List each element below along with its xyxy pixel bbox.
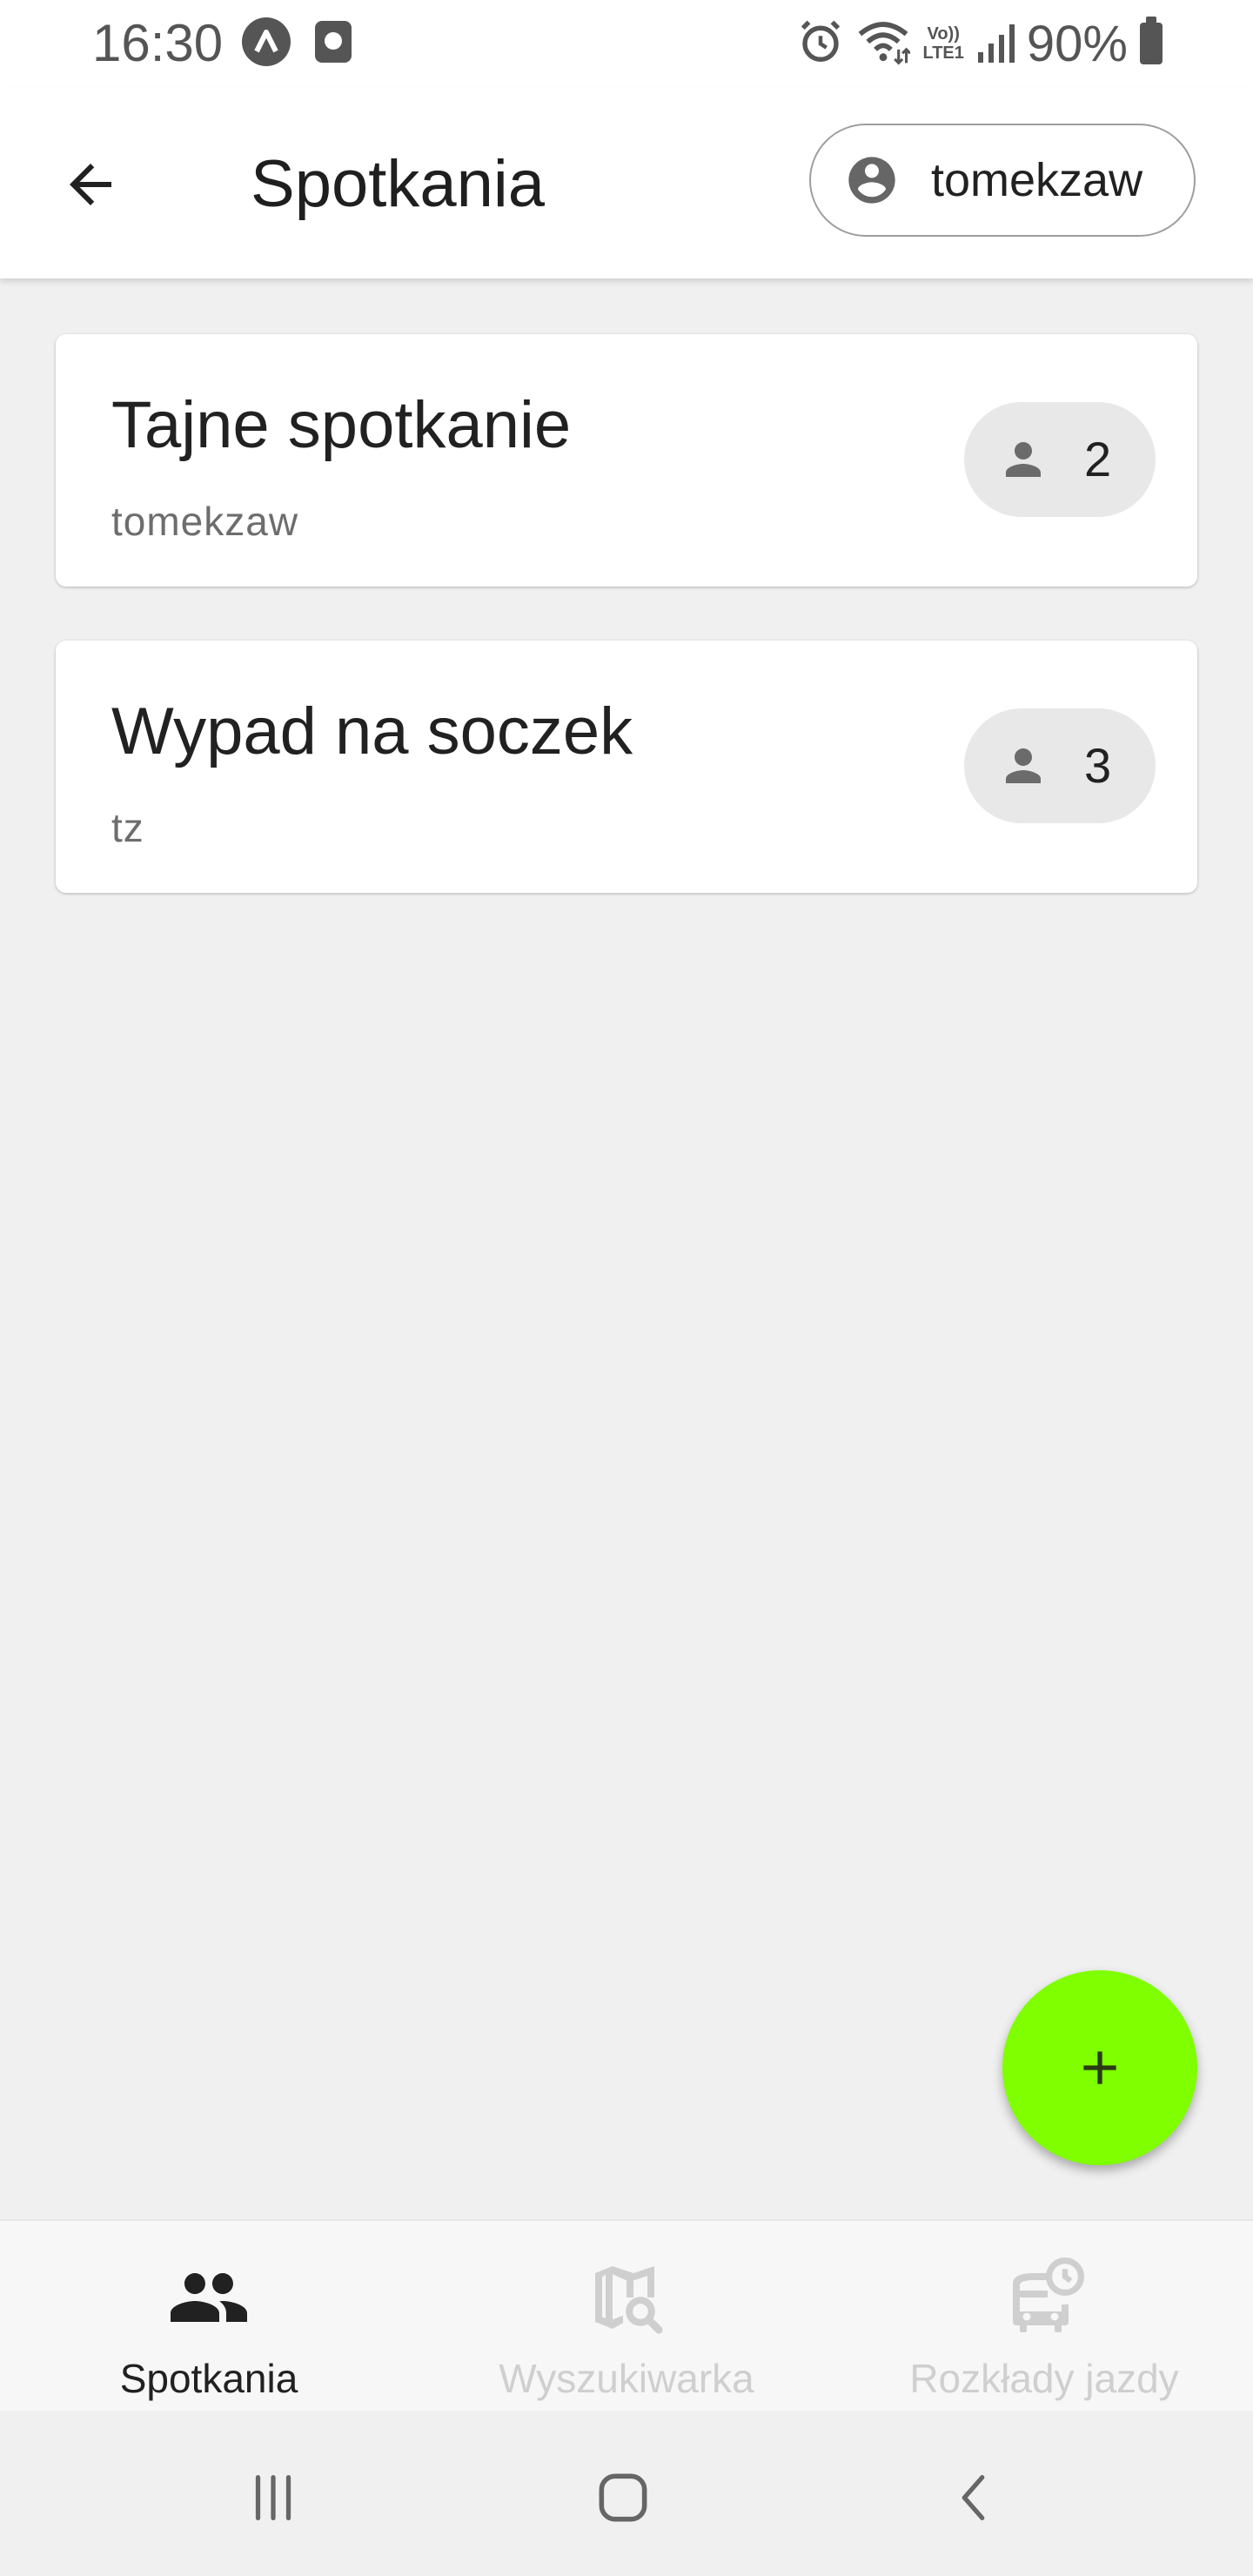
system-back-button[interactable] [922,2445,1027,2550]
member-count-chip[interactable]: 3 [964,708,1156,823]
nav-label: Wyszukiwarka [499,2356,754,2401]
app-bar: Spotkania tomekzaw [0,87,1253,278]
nav-item-wyszukiwarka[interactable]: Wyszukiwarka [418,2221,835,2412]
nav-item-spotkania[interactable]: Spotkania [0,2221,418,2412]
meeting-owner: tomekzaw [111,499,299,544]
people-icon [171,2273,247,2322]
battery-percent: 90% [1026,15,1128,72]
person-icon [1006,442,1041,477]
meeting-card[interactable]: Wypad na soczek tz 3 [56,641,1197,893]
screen-notification-icon [315,21,352,63]
meeting-title: Wypad na soczek [111,694,633,768]
map-search-icon [595,2266,663,2334]
signal-icon [976,20,1015,68]
volte-icon: Vo)) LTE1 [922,24,964,63]
page-title: Spotkania [251,147,546,221]
person-icon [1006,748,1041,783]
user-chip[interactable]: tomekzaw [809,124,1196,237]
status-time: 16:30 [92,14,224,72]
add-meeting-button[interactable] [1002,1970,1197,2165]
alarm-icon [797,18,844,70]
status-bar: 16:30 Vo)) LTE1 90% [0,0,1253,87]
recent-apps-icon [255,2475,291,2520]
meeting-title: Tajne spotkanie [111,388,572,462]
wifi-icon [856,18,912,70]
battery-icon [1140,17,1163,64]
plus-icon [1083,2051,1116,2084]
member-count-chip[interactable]: 2 [964,402,1156,517]
nav-label: Spotkania [119,2356,298,2401]
user-chip-label: tomekzaw [931,154,1143,206]
status-icons: Vo)) LTE1 90% [797,14,1163,73]
back-button[interactable] [49,143,132,226]
back-icon [962,2475,985,2520]
system-navigation-bar [0,2411,1253,2576]
home-icon [599,2473,647,2522]
recent-apps-button[interactable] [221,2445,325,2550]
app-notification-icon [242,17,291,66]
nav-item-rozklady-jazdy[interactable]: Rozkłady jazdy [835,2221,1253,2412]
member-count: 3 [1084,738,1112,793]
arrow-back-icon [70,164,111,205]
account-circle-icon [848,157,895,204]
bottom-navigation: Spotkania Wyszukiwarka Rozkłady jazdy [0,2219,1253,2412]
meeting-card[interactable]: Tajne spotkanie tomekzaw 2 [56,334,1197,587]
nav-label: Rozkłady jazdy [909,2356,1179,2401]
home-button[interactable] [571,2445,675,2550]
meeting-owner: tz [111,805,144,850]
bus-clock-icon [1013,2257,1084,2332]
member-count: 2 [1084,432,1112,486]
